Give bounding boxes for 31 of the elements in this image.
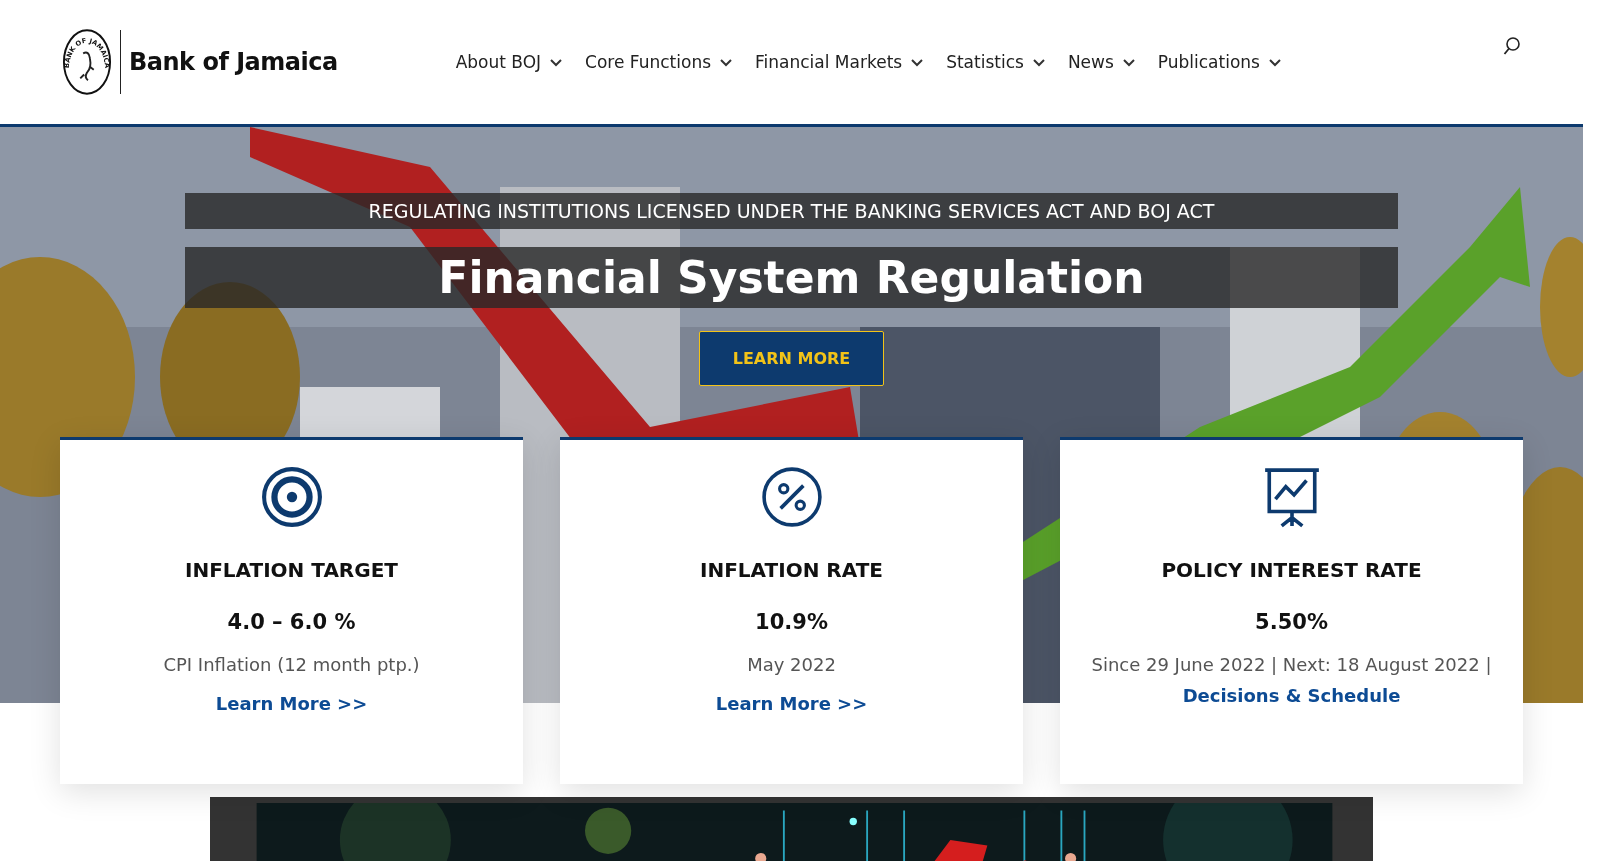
target-icon <box>260 466 323 528</box>
caret-icon <box>1031 56 1046 68</box>
card-value: 4.0 – 6.0 % <box>227 610 356 634</box>
nav-menu-item[interactable]: Core Functions <box>585 52 733 72</box>
card-value: 5.50% <box>1255 610 1328 634</box>
caret-icon <box>910 56 925 68</box>
nav-menu-item[interactable]: About BOJ <box>455 52 564 72</box>
card-title: POLICY INTEREST RATE <box>1161 558 1422 582</box>
card-title: INFLATION RATE <box>700 558 883 582</box>
learn-more-button[interactable]: LEARN MORE <box>699 331 884 386</box>
card-note: Since 29 June 2022 | Next: 18 August 2022 | <box>1091 654 1492 675</box>
search-icon[interactable] <box>1503 36 1523 56</box>
card-note: May 2022 <box>747 654 836 675</box>
caret-icon <box>1121 56 1136 68</box>
hero-title: Financial System Regulation <box>185 247 1398 308</box>
nav-menu-item[interactable]: Publications <box>1157 52 1282 72</box>
percent-icon <box>760 466 823 528</box>
caret-icon <box>549 56 564 68</box>
nav-menu-item[interactable]: News <box>1067 52 1136 72</box>
card-link[interactable]: Learn More >> <box>215 693 368 714</box>
hero-subtitle: REGULATING INSTITUTIONS LICENSED UNDER THE BANKING SERVICES ACT AND BOJ ACT <box>185 193 1398 229</box>
caret-icon <box>1267 56 1282 68</box>
caret-icon <box>719 56 733 68</box>
card-title: INFLATION TARGET <box>185 558 398 582</box>
card-link[interactable]: Learn More >> <box>715 693 868 714</box>
nav-menu-item[interactable]: Financial Markets <box>755 52 925 72</box>
card-value: 10.9% <box>755 610 828 634</box>
nav-menu-item[interactable]: Statistics <box>946 52 1046 72</box>
card-note: CPI Inflation (12 month ptp.) <box>163 654 420 675</box>
card-link[interactable]: Decisions & Schedule <box>1182 685 1401 706</box>
logo-text[interactable]: Bank of Jamaica <box>129 48 338 76</box>
